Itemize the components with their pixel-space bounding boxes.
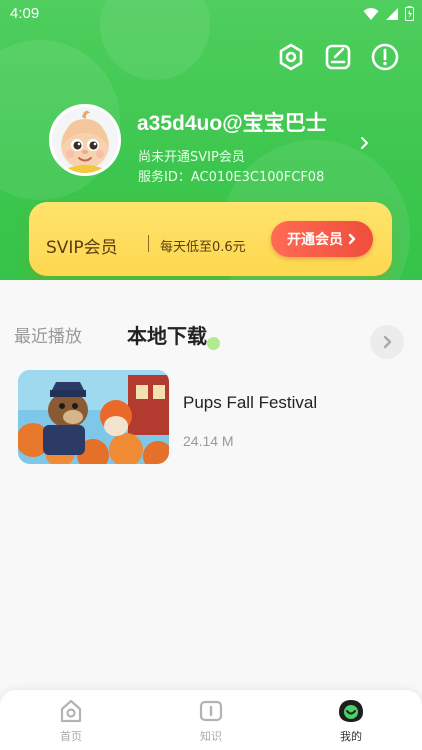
- nav-mine-label: 我的: [340, 730, 362, 743]
- alert-icon: [371, 43, 399, 71]
- chevron-right-icon: [383, 335, 392, 349]
- settings-icon: [279, 43, 303, 71]
- tab-local-download[interactable]: 本地下载: [127, 320, 207, 349]
- book-icon: [199, 700, 223, 722]
- status-icons: [363, 6, 414, 21]
- vip-title: SVIP会员: [46, 238, 118, 258]
- open-vip-button[interactable]: 开通会员: [271, 221, 373, 257]
- edit-note-icon: [325, 44, 351, 70]
- main-content: 最近播放 本地下载 Pups Fall Festival 24.14 M: [0, 280, 422, 690]
- bottom-nav: 首页 知识 我的: [0, 690, 422, 750]
- wifi-icon: [363, 7, 379, 20]
- video-title[interactable]: Pups Fall Festival: [183, 393, 317, 413]
- vip-divider: [148, 235, 149, 252]
- home-icon: [60, 699, 82, 723]
- video-thumbnail-image: [18, 370, 169, 464]
- avatar[interactable]: [49, 104, 121, 176]
- nav-mine[interactable]: 我的: [316, 698, 386, 744]
- username: a35d4uo@宝宝巴士: [137, 112, 327, 135]
- nav-knowledge[interactable]: 知识: [176, 698, 246, 744]
- chevron-right-icon[interactable]: [357, 134, 371, 152]
- battery-icon: [405, 6, 414, 21]
- vip-price-text: 每天低至0.6元: [160, 240, 246, 255]
- nav-home-label: 首页: [60, 730, 82, 743]
- video-size: 24.14 M: [183, 433, 234, 449]
- nav-knowledge-label: 知识: [200, 730, 222, 743]
- vip-card[interactable]: SVIP会员 每天低至0.6元 开通会员: [29, 202, 392, 276]
- baby-avatar-icon: [52, 107, 118, 173]
- tab-recent-play[interactable]: 最近播放: [14, 322, 82, 347]
- status-bar: 4:09: [0, 0, 422, 30]
- feedback-button[interactable]: [370, 42, 400, 72]
- settings-button[interactable]: [276, 42, 306, 72]
- edit-button[interactable]: [323, 42, 353, 72]
- top-actions: [276, 42, 400, 72]
- video-thumbnail[interactable]: [18, 370, 169, 464]
- service-id-text: 服务ID：AC010E3C100FCF08: [138, 170, 325, 185]
- profile-icon: [339, 700, 363, 722]
- vip-status-text: 尚未开通SVIP会员: [138, 150, 245, 165]
- nav-home[interactable]: 首页: [36, 698, 106, 744]
- open-vip-label: 开通会员: [287, 232, 343, 248]
- status-time: 4:09: [10, 5, 40, 22]
- signal-icon: [386, 7, 398, 20]
- more-button[interactable]: [370, 325, 404, 359]
- active-tab-indicator: [207, 337, 220, 350]
- chevron-right-icon: [348, 233, 356, 245]
